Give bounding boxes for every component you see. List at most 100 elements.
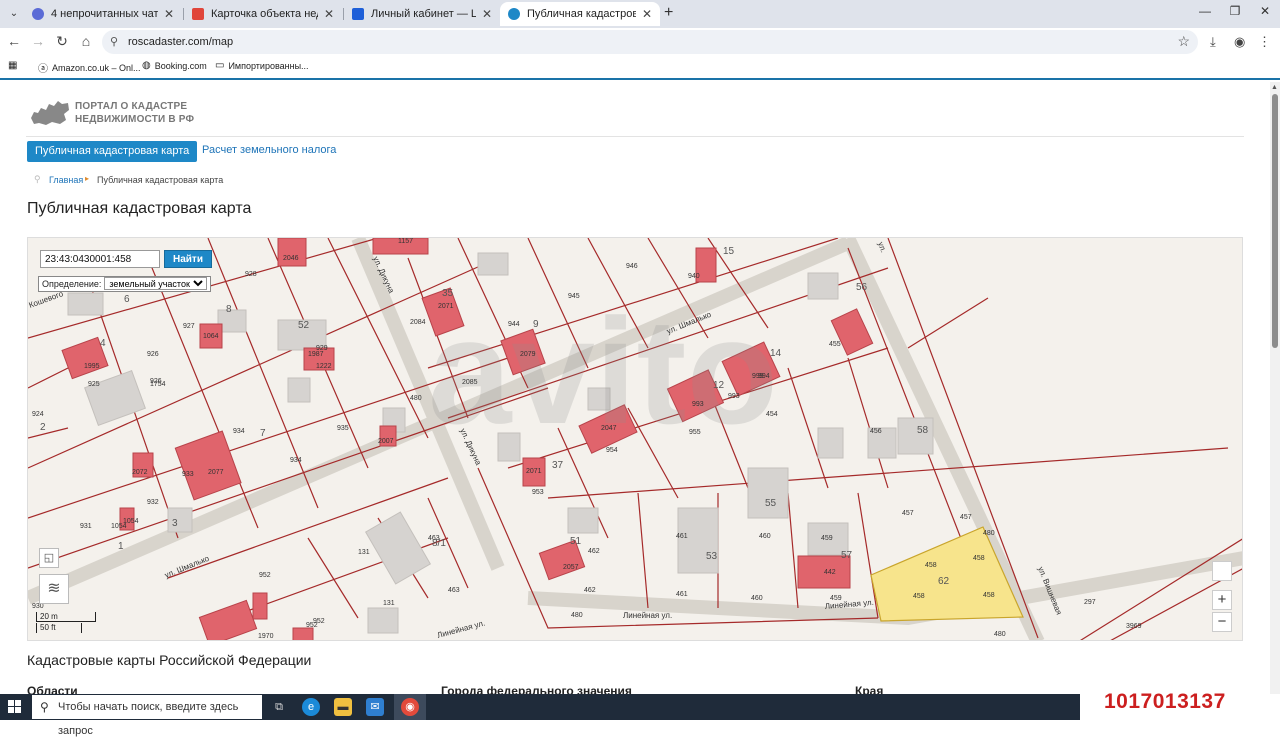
parcel-number-label: 480	[983, 530, 995, 537]
cadastral-number-input[interactable]	[40, 250, 160, 268]
tab-property-card[interactable]: Карточка объекта недвижимос ✕	[184, 2, 342, 26]
nav-land-tax[interactable]: Расчет земельного налога	[202, 144, 336, 156]
tab-chats[interactable]: 4 непрочитанных чата ✕	[24, 2, 182, 26]
parcel-number-label: 3969	[1126, 623, 1142, 630]
parcel-number-label: 946	[626, 263, 638, 270]
map-canvas[interactable]: avito ул. Шмалько ул. Шмалько ул. Дикуна…	[28, 238, 1243, 641]
site-info-icon[interactable]: ⚲	[110, 35, 118, 48]
browser-toolbar: ← → ↻ ⌂ ⚲ roscadaster.com/map ☆ ⤓ ◉ ⋮	[0, 28, 1280, 56]
download-icon[interactable]: ⤓	[1210, 34, 1216, 50]
parcel-number-label: 940	[688, 273, 700, 280]
menu-icon[interactable]: ⋮	[1258, 34, 1271, 50]
parcel-number-label: 56	[856, 282, 868, 293]
parcel-number-label: 931	[80, 523, 92, 530]
bookmark-imported-folder[interactable]: ▭ Импортированны...	[215, 60, 309, 71]
tab-cian[interactable]: Личный кабинет — ЦИАН ✕	[344, 2, 500, 26]
tab-cadastral-map[interactable]: Публичная кадастровая карта ✕	[500, 2, 660, 26]
address-bar[interactable]: ⚲ roscadaster.com/map ☆	[102, 30, 1198, 54]
close-icon[interactable]: ✕	[642, 7, 652, 21]
back-button[interactable]: ←	[4, 33, 24, 49]
parcel-number-label: 456	[870, 428, 882, 435]
parcel-number-label: 52	[298, 320, 310, 331]
page-scrollbar[interactable]: ▲	[1270, 82, 1280, 694]
column-kraya: Края	[855, 684, 884, 694]
zoom-out-button[interactable]: −	[1212, 612, 1232, 632]
parcel-number-label: 932	[147, 499, 159, 506]
column-federal-cities: Города федерального значения	[441, 684, 632, 694]
parcel-number-label: 955	[689, 429, 701, 436]
bookmark-amazon[interactable]: ⓐ Amazon.co.uk – Onl...	[38, 60, 141, 76]
nav-cadastral-map[interactable]: Публичная кадастровая карта	[27, 141, 198, 162]
scroll-up-icon[interactable]: ▲	[1271, 84, 1278, 91]
minimize-button[interactable]: —	[1190, 4, 1220, 18]
parcel-number-label: 14	[770, 348, 782, 359]
parcel-number-label: 2047	[601, 425, 617, 432]
edge-icon[interactable]: e	[302, 698, 320, 716]
close-icon[interactable]: ✕	[164, 7, 174, 21]
parcel-number-label: 2057	[563, 564, 579, 571]
parcel-number-label: 994	[758, 373, 770, 380]
file-explorer-icon[interactable]: ▬	[334, 698, 352, 716]
measure-tool-icon[interactable]: ◱	[39, 548, 59, 568]
parcel-number-label: 461	[676, 591, 688, 598]
parcel-number-label: 3	[172, 518, 178, 529]
zoom-in-button[interactable]: +	[1212, 590, 1232, 610]
parcel-number-label: 952	[259, 572, 271, 579]
parcel-number-label: 2085	[462, 379, 478, 386]
reload-button[interactable]: ↻	[52, 33, 72, 50]
definition-select[interactable]: земельный участок	[104, 277, 208, 290]
layers-icon[interactable]: ≋	[39, 574, 69, 604]
parcel-number-label: 2077	[208, 469, 224, 476]
close-window-button[interactable]: ✕	[1250, 4, 1280, 18]
parcel-number-label: 1064	[203, 333, 219, 340]
parcel-number-label: 442	[824, 569, 836, 576]
taskbar-search[interactable]: ⚲ Чтобы начать поиск, введите здесь запр…	[32, 695, 262, 737]
parcel-number-label: 2007	[378, 438, 394, 445]
parcel-number-label: 952	[306, 622, 318, 629]
parcel-number-label: 131	[383, 600, 395, 607]
restore-button[interactable]: ❐	[1220, 4, 1250, 18]
breadcrumb-home[interactable]: Главная	[49, 175, 83, 185]
find-button[interactable]: Найти	[164, 250, 212, 268]
cadastral-map[interactable]: avito ул. Шмалько ул. Шмалько ул. Дикуна…	[27, 237, 1243, 641]
street-label: Линейная ул.	[436, 619, 486, 640]
bookmark-booking[interactable]: ◍ Booking.com	[142, 60, 207, 71]
parcel-number-label: 944	[508, 321, 520, 328]
site-logo-text[interactable]: ПОРТАЛ О КАДАСТРЕ НЕДВИЖИМОСТИ В РФ	[75, 100, 194, 126]
parcel-number-label: 1054	[123, 518, 139, 525]
close-icon[interactable]: ✕	[324, 7, 334, 21]
parcel-number-label: 458	[983, 592, 995, 599]
parcel-number-label: 2	[40, 422, 46, 433]
parcel-number-label: 62	[938, 576, 950, 587]
profile-icon[interactable]: ◉	[1234, 34, 1245, 50]
new-tab-button[interactable]: +	[664, 4, 673, 22]
mail-icon[interactable]: ✉	[366, 698, 384, 716]
url-text[interactable]: roscadaster.com/map	[128, 36, 233, 48]
parcel-number-label: 927	[183, 323, 195, 330]
street-label: Кошевого	[28, 289, 65, 310]
section-title: Кадастровые карты Российской Федерации	[27, 652, 312, 668]
parcel-number-label: 480	[410, 395, 422, 402]
bookmark-star-icon[interactable]: ☆	[1177, 33, 1190, 50]
forward-button[interactable]: →	[28, 33, 48, 49]
close-icon[interactable]: ✕	[482, 7, 492, 21]
windows-start-icon[interactable]	[8, 700, 22, 714]
street-label: Линейная ул.	[623, 611, 672, 620]
home-button[interactable]: ⌂	[76, 33, 96, 49]
amazon-icon: ⓐ	[38, 64, 48, 75]
parcel-number-label: 459	[821, 535, 833, 542]
scrollbar-thumb[interactable]	[1272, 94, 1278, 348]
task-view-icon[interactable]: ⧉	[270, 698, 288, 716]
tab-search-button[interactable]: ⌄	[4, 5, 24, 23]
parcel-number-label: 6	[124, 294, 130, 305]
fullscreen-button[interactable]	[1212, 561, 1232, 581]
parcel-number-label: 57	[841, 550, 853, 561]
parcel-number-label: 9	[533, 319, 539, 330]
parcel-number-label: 462	[584, 587, 596, 594]
parcel-number-label: 15	[723, 246, 735, 257]
map-icon	[508, 8, 520, 20]
chrome-icon[interactable]: ◉	[401, 698, 419, 716]
parcel-number-label: 463	[448, 587, 460, 594]
document-icon	[192, 8, 204, 20]
apps-icon[interactable]: ▦	[8, 60, 21, 71]
